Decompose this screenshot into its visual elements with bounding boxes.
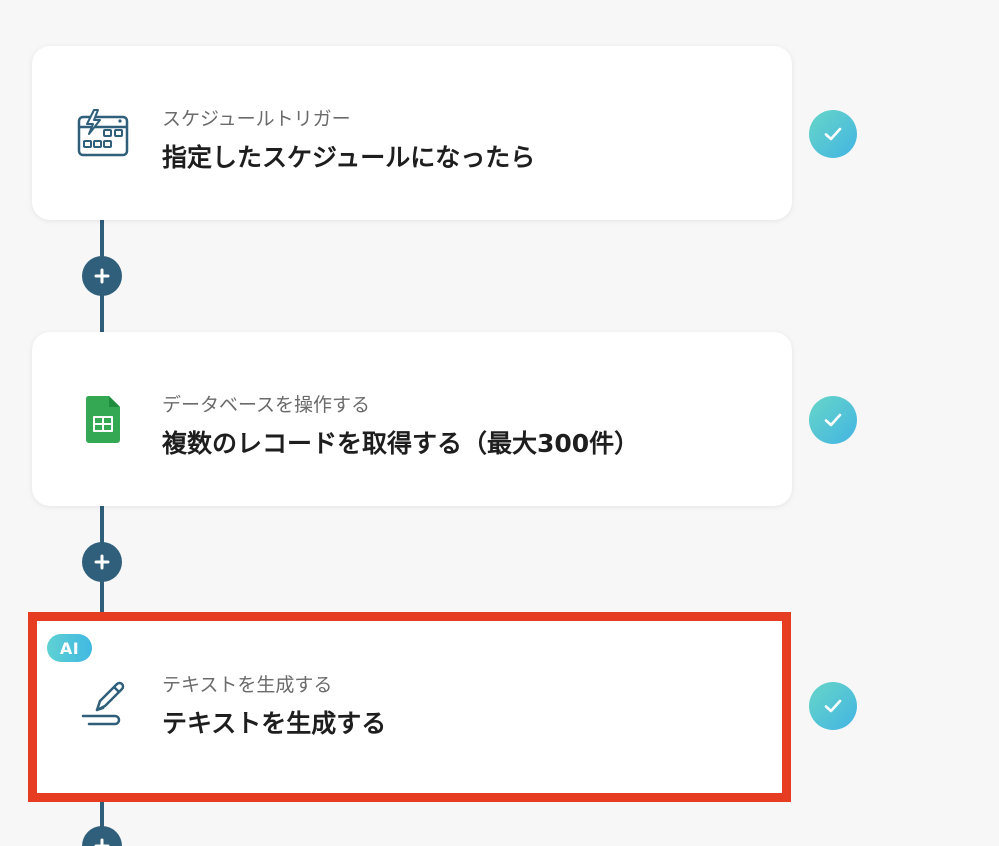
plus-icon (94, 838, 110, 846)
step-title: 指定したスケジュールになったら (162, 143, 536, 172)
ai-badge: AI (47, 634, 92, 662)
step-completed-check-icon (809, 682, 857, 730)
add-step-button[interactable] (82, 542, 122, 582)
add-step-button[interactable] (82, 826, 122, 846)
add-step-button[interactable] (82, 256, 122, 296)
step-type-label: データベースを操作する (162, 394, 371, 416)
step-completed-check-icon (809, 396, 857, 444)
step-title: テキストを生成する (162, 709, 387, 738)
step-type-label: スケジュールトリガー (162, 108, 351, 130)
flow-step-generate-text[interactable]: AI テキストを生成する テキストを生成する (28, 612, 791, 802)
flow-step-database-operation[interactable]: データベースを操作する 複数のレコードを取得する（最大300件） (32, 332, 792, 506)
step-title: 複数のレコードを取得する（最大300件） (162, 429, 640, 458)
step-completed-check-icon (809, 110, 857, 158)
pen-write-icon (76, 672, 130, 726)
flow-canvas: スケジュールトリガー 指定したスケジュールになったら データベースを操作する 複… (0, 0, 999, 846)
plus-icon (94, 554, 110, 570)
google-sheets-icon (76, 392, 130, 446)
flow-step-schedule-trigger[interactable]: スケジュールトリガー 指定したスケジュールになったら (32, 46, 792, 220)
calendar-schedule-icon (76, 106, 130, 160)
plus-icon (94, 268, 110, 284)
step-type-label: テキストを生成する (162, 674, 333, 696)
